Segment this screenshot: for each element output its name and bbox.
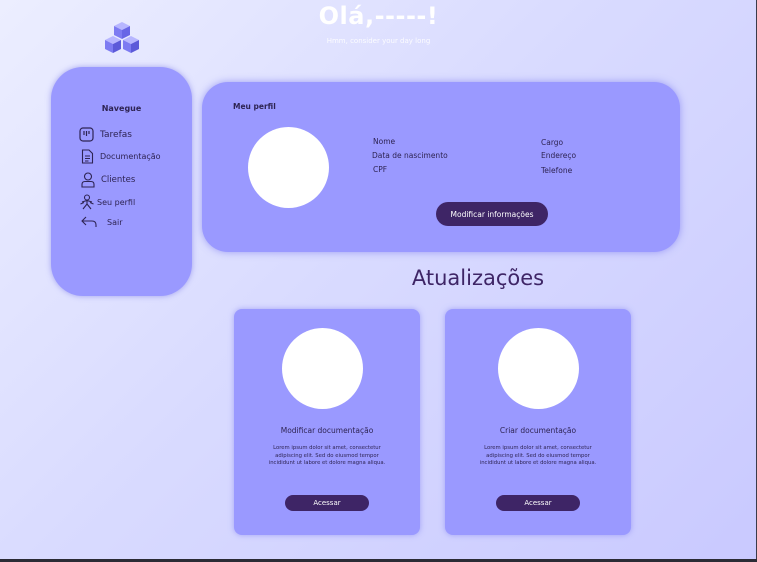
card-image	[498, 328, 579, 409]
sidebar-item-sair[interactable]: Sair	[81, 216, 123, 228]
back-arrow-icon	[81, 216, 97, 227]
card-title: Criar documentação	[499, 426, 577, 435]
sidebar-item-label: Seu perfil	[97, 197, 136, 207]
tasks-icon	[79, 127, 94, 142]
access-button[interactable]: Acessar	[285, 495, 369, 511]
sidebar-item-documentacao[interactable]: Documentação	[81, 149, 161, 164]
card-description: Lorem ipsum dolor sit amet, consectetur …	[268, 445, 386, 467]
field-cargo: Cargo	[541, 138, 564, 147]
sidebar-item-label: Documentação	[100, 152, 161, 161]
card-description: Lorem ipsum dolor sit amet, consectetur …	[479, 445, 597, 467]
field-nome: Nome	[373, 137, 396, 146]
access-button[interactable]: Acessar	[496, 495, 580, 511]
greeting-subtitle: Hmm, consider your day long	[326, 37, 431, 45]
document-icon	[81, 149, 94, 164]
field-cpf: CPF	[373, 165, 388, 174]
greeting-title: Olá,-----!	[318, 2, 439, 30]
field-telefone: Telefone	[541, 166, 573, 175]
sidebar-item-tarefas[interactable]: Tarefas	[79, 127, 132, 142]
sidebar-item-clientes[interactable]: Clientes	[81, 172, 135, 188]
sidebar-item-seu-perfil[interactable]: Seu perfil	[79, 194, 135, 210]
sidebar-item-label: Sair	[107, 217, 123, 227]
sidebar-item-label: Tarefas	[100, 129, 132, 140]
card-title: Modificar documentação	[280, 426, 374, 435]
avatar	[248, 127, 329, 208]
modify-info-button[interactable]: Modificar informações	[436, 202, 548, 226]
user-icon	[81, 172, 95, 188]
sidebar: Navegue Tarefas Documentação Clientes Se…	[51, 67, 192, 296]
update-card-criar: Criar documentação Lorem ipsum dolor sit…	[445, 309, 631, 535]
updates-title: Atualizações	[411, 266, 545, 290]
update-card-modificar: Modificar documentação Lorem ipsum dolor…	[234, 309, 420, 535]
app-window: Olá,-----! Hmm, consider your day long N…	[0, 0, 757, 562]
field-data-nascimento: Data de nascimento	[372, 151, 448, 160]
profile-card: Meu perfil Nome Data de nascimento CPF C…	[202, 82, 680, 252]
field-endereco: Endereço	[541, 151, 577, 160]
profile-icon	[80, 194, 94, 210]
card-image	[282, 328, 363, 409]
sidebar-item-label: Clientes	[101, 175, 136, 185]
profile-heading: Meu perfil	[233, 102, 276, 111]
sidebar-title: Navegue	[101, 104, 142, 113]
